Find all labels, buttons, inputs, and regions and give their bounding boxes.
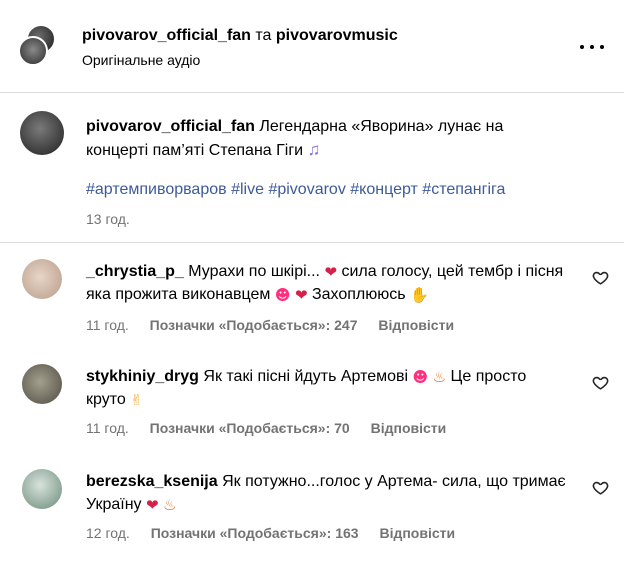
hashtag-link[interactable]: #концерт xyxy=(350,181,418,198)
post-header: pivovarov_official_fan та pivovarovmusic… xyxy=(0,0,624,93)
comment-text: berezska_ksenija Як потужно...голос у Ар… xyxy=(86,470,570,516)
hashtag-link[interactable]: #live xyxy=(231,181,264,198)
fire-emoji: ♨ xyxy=(163,496,177,514)
comment-username[interactable]: _chrystia_p_ xyxy=(86,263,184,280)
hashtag-link[interactable]: #артемпиворваров xyxy=(86,181,227,198)
heart-outline-icon[interactable] xyxy=(592,479,609,496)
comment-meta: 11 год. Позначки «Подобається»: 70 Відпо… xyxy=(86,420,463,436)
likes-count[interactable]: Позначки «Подобається»: 247 xyxy=(150,317,358,333)
comment-username[interactable]: stykhiniy_dryg xyxy=(86,368,199,385)
author-link[interactable]: pivovarovmusic xyxy=(276,27,398,44)
comment-body: Захоплююсь xyxy=(311,286,406,303)
avatar[interactable] xyxy=(18,36,48,66)
audio-link[interactable]: Оригінальне аудіо xyxy=(82,52,200,68)
broken-heart-emoji: ❤ xyxy=(294,286,308,304)
comment-text: _chrystia_p_ Мурахи по шкірі... ❤ сила г… xyxy=(86,260,570,306)
broken-heart-emoji: ❤ xyxy=(324,263,338,281)
music-note-emoji: ♫ xyxy=(307,140,321,159)
hashtags: #артемпиворваров #live #pivovarov #конце… xyxy=(86,181,505,199)
comment-time[interactable]: 11 год. xyxy=(86,317,129,333)
heart-outline-icon[interactable] xyxy=(592,374,609,391)
comment-time[interactable]: 12 год. xyxy=(86,525,130,541)
reply-button[interactable]: Відповісти xyxy=(379,525,455,541)
heart-eyes-emoji: ☻ xyxy=(274,286,291,304)
heart-outline-icon[interactable] xyxy=(592,269,609,286)
caption-username[interactable]: pivovarov_official_fan xyxy=(86,118,255,135)
avatar[interactable] xyxy=(22,259,62,299)
hashtag-link[interactable]: #степангіга xyxy=(422,181,505,198)
conjunction: та xyxy=(255,27,272,44)
avatar[interactable] xyxy=(20,111,64,155)
author-link[interactable]: pivovarov_official_fan xyxy=(82,27,251,44)
comment-meta: 11 год. Позначки «Подобається»: 247 Відп… xyxy=(86,317,471,333)
more-options-icon[interactable] xyxy=(580,38,604,56)
comment-body: Як такі пісні йдуть Артемові xyxy=(203,368,409,385)
likes-count[interactable]: Позначки «Подобається»: 163 xyxy=(151,525,359,541)
post-authors: pivovarov_official_fan та pivovarovmusic xyxy=(82,27,398,45)
post-caption: pivovarov_official_fan Легендарна «Явори… xyxy=(0,93,624,243)
comment-meta: 12 год. Позначки «Подобається»: 163 Відп… xyxy=(86,525,472,541)
collab-avatars[interactable] xyxy=(18,24,58,68)
fire-emoji: ♨ xyxy=(432,368,447,386)
hashtag-link[interactable]: #pivovarov xyxy=(268,181,345,198)
comment-username[interactable]: berezska_ksenija xyxy=(86,473,218,490)
clapping-emoji: ✋ xyxy=(410,286,429,304)
heart-emoji: ❤ xyxy=(145,496,159,514)
comment-text: stykhiniy_dryg Як такі пісні йдуть Артем… xyxy=(86,365,570,411)
likes-count[interactable]: Позначки «Подобається»: 70 xyxy=(150,420,350,436)
reply-button[interactable]: Відповісти xyxy=(378,317,454,333)
comment-time[interactable]: 11 год. xyxy=(86,420,129,436)
caption-text: pivovarov_official_fan Легендарна «Явори… xyxy=(86,115,566,162)
reply-button[interactable]: Відповісти xyxy=(371,420,447,436)
caption-time[interactable]: 13 год. xyxy=(86,211,130,227)
avatar[interactable] xyxy=(22,364,62,404)
heart-eyes-emoji: ☻ xyxy=(412,368,429,386)
hand-emoji: ✌ xyxy=(130,391,143,409)
avatar[interactable] xyxy=(22,469,62,509)
comment-body: Мурахи по шкірі... xyxy=(188,263,320,280)
